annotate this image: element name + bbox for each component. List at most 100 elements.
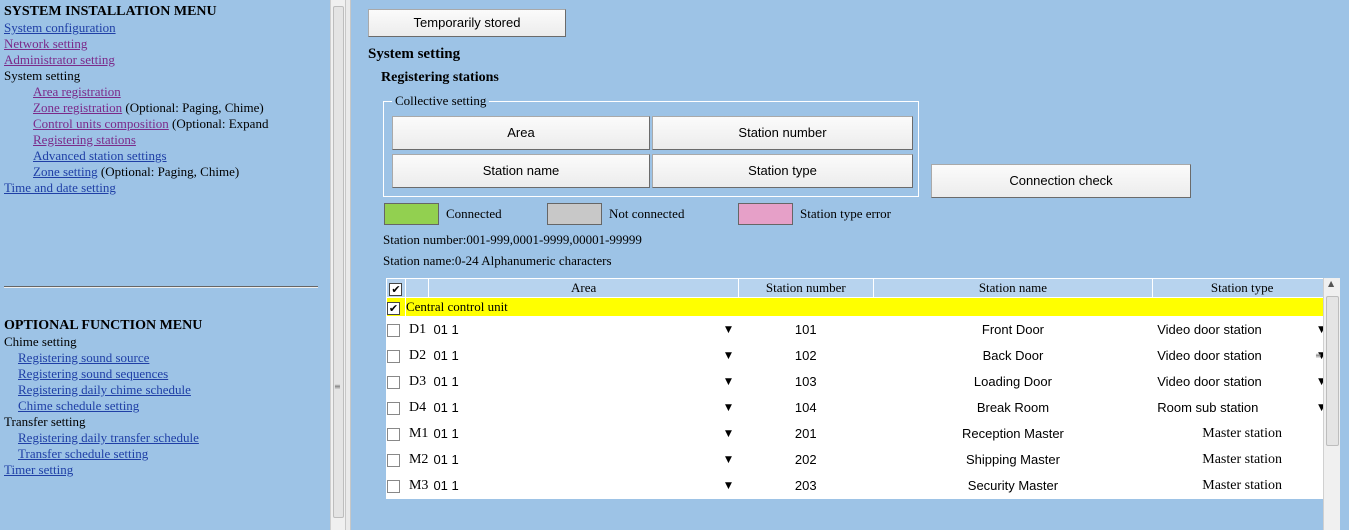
connected-swatch	[384, 203, 439, 225]
station-type-select[interactable]: Video door station ▼	[1152, 368, 1332, 395]
station-type-value: Video door station	[1157, 374, 1262, 389]
scroll-grip-icon: ≡	[334, 382, 341, 391]
station-name-field[interactable]: Shipping Master	[872, 446, 1154, 473]
connection-check-button[interactable]: Connection check	[931, 164, 1191, 198]
area-value: 01 1	[433, 348, 459, 363]
not-connected-swatch	[547, 203, 602, 225]
menu-control-units-composition[interactable]: Control units composition	[33, 116, 169, 131]
station-number-field[interactable]: 102	[737, 342, 874, 369]
station-name-field[interactable]: Back Door	[872, 342, 1154, 369]
row-checkbox[interactable]	[387, 402, 400, 416]
row-id: M1	[404, 420, 430, 447]
menu-chime-schedule-setting[interactable]: Chime schedule setting	[18, 398, 202, 414]
station-number-button[interactable]: Station number	[652, 116, 913, 150]
header-area: Area	[428, 278, 739, 298]
row-checkbox[interactable]	[387, 376, 400, 390]
group-row: ✔ Central control unit	[386, 297, 1333, 317]
row-id: D1	[404, 316, 430, 343]
station-name-field[interactable]: Loading Door	[872, 368, 1154, 395]
row-checkbox[interactable]	[387, 350, 400, 364]
area-select[interactable]: 01 1 ▼	[428, 420, 739, 447]
station-name-field[interactable]: Security Master	[872, 472, 1154, 499]
menu-network-setting[interactable]: Network setting	[4, 36, 330, 52]
station-number-field[interactable]: 101	[737, 316, 874, 343]
table-scrollbar[interactable]: ▲ ≡	[1315, 278, 1340, 530]
row-checkbox[interactable]	[387, 454, 400, 468]
menu-system-configuration[interactable]: System configuration	[4, 20, 330, 36]
menu-registering-stations[interactable]: Registering stations	[33, 132, 330, 148]
area-select[interactable]: 01 1 ▼	[428, 316, 739, 343]
menu-divider	[4, 286, 318, 288]
station-type-button[interactable]: Station type	[652, 154, 913, 188]
station-name-field[interactable]: Front Door	[872, 316, 1154, 343]
row-id: M3	[404, 472, 430, 499]
menu-timer-setting[interactable]: Timer setting	[4, 462, 202, 478]
left-scrollbar[interactable]: ≡	[330, 0, 345, 530]
area-select[interactable]: 01 1 ▼	[428, 394, 739, 421]
group-label: Central control unit	[404, 297, 1333, 317]
dropdown-arrow-icon: ▼	[724, 480, 732, 491]
station-type-label: Master station	[1152, 472, 1332, 499]
station-number-field[interactable]: 103	[737, 368, 874, 395]
menu-area-registration[interactable]: Area registration	[33, 84, 330, 100]
menu-time-and-date-setting[interactable]: Time and date setting	[4, 180, 330, 196]
menu-system-setting: System setting	[4, 68, 81, 83]
menu-control-units-note: (Optional: Expand	[172, 116, 269, 131]
table-row: D4 01 1 ▼ 104 Break Room Room sub station…	[386, 394, 1332, 421]
area-select[interactable]: 01 1 ▼	[428, 472, 739, 499]
dropdown-arrow-icon: ▼	[724, 350, 732, 361]
station-name-field[interactable]: Break Room	[872, 394, 1154, 421]
area-select[interactable]: 01 1 ▼	[428, 342, 739, 369]
area-select[interactable]: 01 1 ▼	[428, 368, 739, 395]
menu-administrator-setting[interactable]: Administrator setting	[4, 52, 330, 68]
station-number-field[interactable]: 104	[737, 394, 874, 421]
header-station-number: Station number	[737, 278, 874, 298]
station-type-value: Room sub station	[1157, 400, 1259, 415]
dropdown-arrow-icon: ▼	[724, 324, 732, 335]
area-value: 01 1	[433, 374, 459, 389]
menu-zone-registration[interactable]: Zone registration	[33, 100, 122, 115]
area-value: 01 1	[433, 322, 459, 337]
menu-transfer-setting: Transfer setting	[4, 414, 86, 429]
header-id	[404, 278, 430, 298]
temporarily-stored-button[interactable]: Temporarily stored	[368, 9, 566, 37]
table-row: M3 01 1 ▼ 203 Security Master Master stat…	[386, 472, 1332, 499]
row-checkbox[interactable]	[387, 480, 400, 494]
station-type-value: Video door station	[1157, 322, 1262, 337]
station-number-field[interactable]: 203	[737, 472, 874, 499]
menu-transfer-schedule-setting[interactable]: Transfer schedule setting	[18, 446, 202, 462]
station-name-field[interactable]: Reception Master	[872, 420, 1154, 447]
type-error-label: Station type error	[800, 206, 891, 221]
area-select[interactable]: 01 1 ▼	[428, 446, 739, 473]
group-checkbox-cell[interactable]: ✔	[386, 297, 406, 317]
row-checkbox[interactable]	[387, 324, 400, 338]
dropdown-arrow-icon: ▼	[724, 402, 732, 413]
station-number-field[interactable]: 202	[737, 446, 874, 473]
table-row: D2 01 1 ▼ 102 Back Door Video door statio…	[386, 342, 1332, 369]
station-type-label: Master station	[1152, 446, 1332, 473]
system-installation-menu-title: SYSTEM INSTALLATION MENU	[4, 4, 217, 19]
menu-registering-daily-chime-schedule[interactable]: Registering daily chime schedule	[18, 382, 202, 398]
menu-registering-sound-source[interactable]: Registering sound source	[18, 350, 202, 366]
area-button[interactable]: Area	[392, 116, 650, 150]
station-type-select[interactable]: Video door station ▼	[1152, 342, 1332, 369]
row-checkbox[interactable]	[387, 428, 400, 442]
station-type-select[interactable]: Video door station ▼	[1152, 316, 1332, 343]
optional-function-menu-title: OPTIONAL FUNCTION MENU	[4, 318, 203, 333]
menu-registering-daily-transfer-schedule[interactable]: Registering daily transfer schedule	[18, 430, 202, 446]
station-name-button[interactable]: Station name	[392, 154, 650, 188]
table-scrollbar-thumb[interactable]	[1326, 296, 1339, 446]
menu-advanced-station-settings[interactable]: Advanced station settings	[33, 148, 330, 164]
select-all-checkbox[interactable]: ✔	[389, 282, 403, 296]
station-number-field[interactable]: 201	[737, 420, 874, 447]
group-checkbox[interactable]: ✔	[387, 301, 400, 315]
header-station-name: Station name	[872, 278, 1154, 298]
left-scrollbar-thumb[interactable]	[333, 6, 344, 518]
menu-zone-setting[interactable]: Zone setting	[33, 164, 98, 179]
page-title: System setting	[368, 46, 461, 62]
menu-registering-sound-sequences[interactable]: Registering sound sequences	[18, 366, 202, 382]
station-type-select[interactable]: Room sub station ▼	[1152, 394, 1332, 421]
not-connected-label: Not connected	[609, 206, 685, 221]
scroll-up-arrow-icon[interactable]: ▲	[1328, 279, 1334, 288]
select-all-checkbox-cell[interactable]: ✔	[386, 278, 406, 298]
